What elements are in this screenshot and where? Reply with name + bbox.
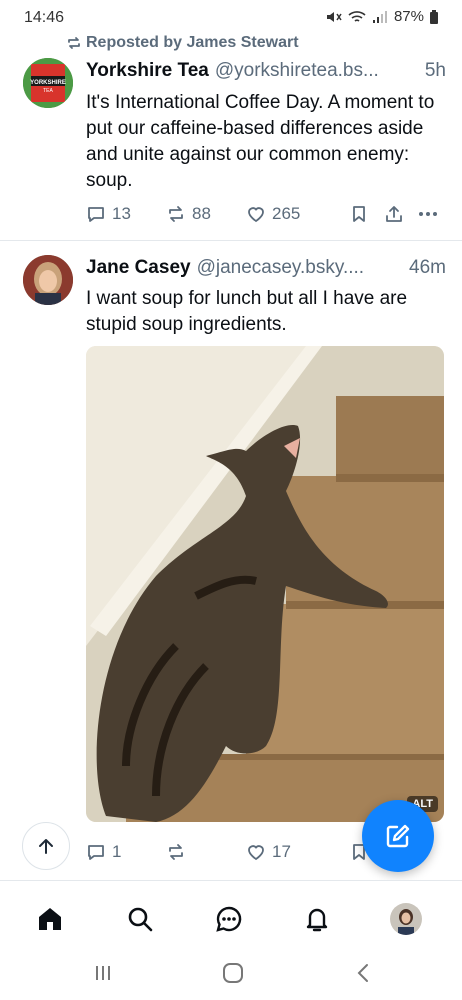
chat-icon <box>216 906 242 932</box>
reply-count: 13 <box>112 204 131 223</box>
post-time: 46m <box>409 257 446 278</box>
avatar[interactable] <box>23 255 73 305</box>
repost-icon <box>169 844 183 860</box>
like-button[interactable]: 17 <box>246 842 350 862</box>
system-navigation-bar <box>0 958 462 1000</box>
battery-percent: 87% <box>393 8 424 25</box>
post-text: It's International Coffee Day. A moment … <box>86 92 435 191</box>
bookmark-icon <box>353 206 365 222</box>
home-icon <box>39 908 61 930</box>
svg-text:TEA: TEA <box>43 88 53 94</box>
more-icon <box>419 212 437 216</box>
author-name[interactable]: Yorkshire Tea <box>86 60 209 82</box>
post-actions: 13 88 265 <box>86 202 442 226</box>
share-icon <box>386 206 402 222</box>
battery-icon <box>430 9 438 24</box>
post-header: Jane Casey @janecasey.bsky.... 46m <box>86 257 446 279</box>
author-handle[interactable]: @yorkshiretea.bs... <box>215 60 419 82</box>
status-bar: 14:46 87% <box>0 0 462 34</box>
post-divider <box>0 240 462 241</box>
signal-icon <box>372 10 387 23</box>
like-button[interactable]: 265 <box>246 204 350 224</box>
post-header: Yorkshire Tea @yorkshiretea.bs... 5h <box>86 60 446 82</box>
yorkshire-tea-logo: YORKSHIRE TEA <box>23 58 73 108</box>
author-handle[interactable]: @janecasey.bsky.... <box>197 257 403 279</box>
reply-button[interactable]: 13 <box>86 204 166 224</box>
like-count: 17 <box>272 842 291 861</box>
repost-button[interactable]: 88 <box>166 204 246 224</box>
tab-home[interactable] <box>30 899 70 939</box>
status-icons: 87% <box>326 8 438 25</box>
tab-search[interactable] <box>120 899 160 939</box>
repost-indicator[interactable]: Reposted by James Stewart <box>66 34 299 52</box>
author-name[interactable]: Jane Casey <box>86 257 191 279</box>
cat-on-stairs-photo <box>86 346 444 822</box>
svg-text:YORKSHIRE: YORKSHIRE <box>30 80 66 86</box>
home-circle-icon <box>223 963 243 983</box>
more-options-button[interactable] <box>418 211 442 217</box>
share-button[interactable] <box>384 204 418 224</box>
repost-icon <box>169 206 183 222</box>
bookmark-button[interactable] <box>350 204 384 224</box>
reply-icon <box>88 207 104 222</box>
post-time: 5h <box>424 60 446 81</box>
back-system-button[interactable] <box>348 958 378 988</box>
status-time: 14:46 <box>24 9 65 26</box>
repost-count: 88 <box>192 204 211 223</box>
tab-profile[interactable] <box>386 899 426 939</box>
profile-avatar <box>390 903 422 935</box>
wifi-icon <box>348 10 366 22</box>
avatar[interactable]: YORKSHIRE TEA <box>23 58 73 108</box>
repost-button[interactable] <box>166 842 246 862</box>
reply-count: 1 <box>112 842 122 861</box>
tab-notifications[interactable] <box>297 899 337 939</box>
bell-icon <box>306 908 328 932</box>
scroll-to-top-button[interactable] <box>22 822 70 870</box>
home-system-button[interactable] <box>218 958 248 988</box>
repost-icon <box>68 37 80 49</box>
search-icon <box>128 907 153 932</box>
jane-casey-avatar <box>23 255 73 305</box>
profile-avatar-image <box>390 903 422 935</box>
heart-icon <box>248 207 264 223</box>
heart-icon <box>248 845 264 861</box>
recent-apps-icon <box>96 966 110 980</box>
compose-icon <box>386 824 410 848</box>
reply-icon <box>88 845 104 860</box>
recent-apps-button[interactable] <box>88 958 118 988</box>
arrow-up-icon <box>39 839 53 854</box>
post-image[interactable]: ALT <box>86 346 444 822</box>
back-chevron-icon <box>357 964 368 982</box>
bottom-tab-bar <box>0 880 462 958</box>
compose-button[interactable] <box>362 800 434 872</box>
repost-label: Reposted by James Stewart <box>86 34 299 51</box>
reply-button[interactable]: 1 <box>86 842 166 862</box>
post-text: I want soup for lunch but all I have are… <box>86 288 408 335</box>
like-count: 265 <box>272 204 301 223</box>
tab-chat[interactable] <box>209 899 249 939</box>
mute-icon <box>326 11 342 22</box>
